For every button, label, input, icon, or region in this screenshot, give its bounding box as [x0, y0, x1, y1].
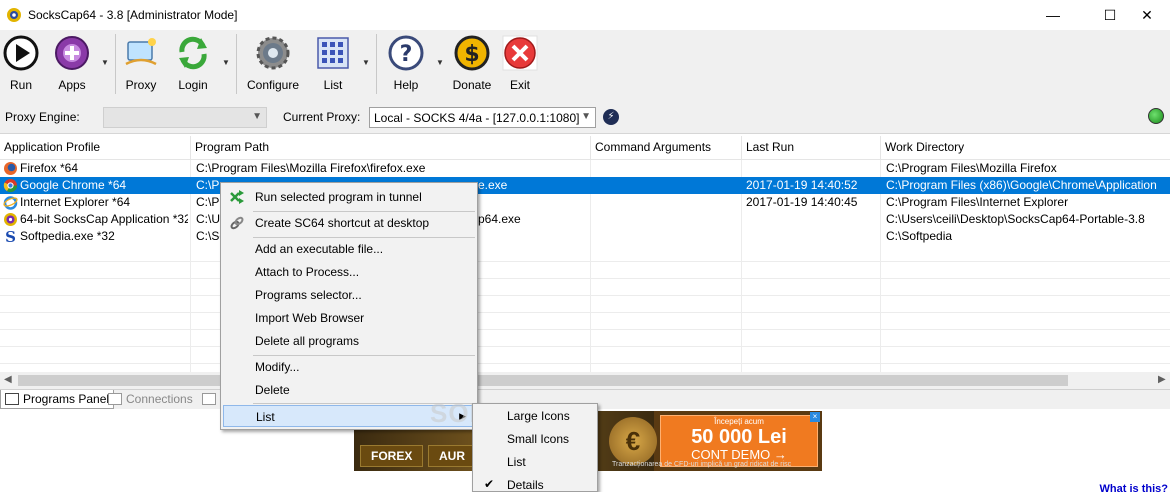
log-icon: [202, 393, 216, 405]
scroll-left-icon[interactable]: ◀: [4, 374, 12, 385]
minimize-button[interactable]: —: [1030, 0, 1076, 30]
chevron-down-icon: ▼: [252, 111, 262, 122]
proxy-button[interactable]: Proxy: [117, 34, 165, 96]
proxy-icon: [125, 38, 157, 66]
column-last-run[interactable]: Last Run: [742, 136, 881, 160]
close-button[interactable]: ✕: [1124, 0, 1170, 30]
add-app-icon: [55, 36, 89, 70]
ad-forex-button[interactable]: FOREX: [360, 445, 424, 467]
submenu-item-details[interactable]: ✔ Details: [475, 474, 595, 492]
euro-coin-icon: €: [609, 417, 657, 465]
checkmark-icon: ✔: [484, 477, 495, 491]
firefox-icon: [4, 162, 17, 175]
list-button[interactable]: List: [309, 34, 357, 96]
help-dropdown-arrow[interactable]: ▼: [436, 58, 444, 67]
sockscap-app-icon: [7, 8, 21, 22]
submenu-item-large-icons[interactable]: Large Icons: [475, 405, 595, 427]
scrollbar-thumb[interactable]: [18, 375, 1068, 386]
chevron-down-icon: ▼: [581, 111, 591, 122]
toolbar: Run Apps ▼ Proxy Login ▼ Configure List …: [0, 30, 1170, 100]
connections-icon: [108, 393, 122, 405]
login-refresh-icon: [179, 36, 207, 70]
ad-gold-button[interactable]: AUR: [428, 445, 476, 467]
window-title: SocksCap64 - 3.8 [Administrator Mode]: [28, 8, 238, 22]
menu-item-delete-all[interactable]: Delete all programs: [223, 330, 475, 352]
tab-log[interactable]: [198, 390, 222, 409]
window-icon: [5, 393, 19, 405]
column-command-arguments[interactable]: Command Arguments: [591, 136, 742, 160]
list-header: Application Profile Program Path Command…: [0, 136, 1170, 160]
toolbar-separator: [115, 34, 116, 94]
list-grid-icon: [317, 37, 349, 69]
scroll-right-icon[interactable]: ▶: [1158, 374, 1166, 385]
menu-item-run-in-tunnel[interactable]: Run selected program in tunnel: [223, 186, 475, 208]
submenu-item-small-icons[interactable]: Small Icons: [475, 428, 595, 450]
list-dropdown-arrow[interactable]: ▼: [362, 58, 370, 67]
help-icon: ?: [388, 35, 424, 71]
ad-close-icon[interactable]: ×: [810, 412, 820, 422]
ad-cta[interactable]: Începeți acum 50 000 Lei CONT DEMO →: [660, 415, 818, 467]
connection-status-icon: [1148, 108, 1164, 124]
horizontal-scrollbar[interactable]: ◀ ▶: [0, 372, 1170, 389]
run-button[interactable]: Run: [0, 34, 45, 96]
table-row-selected[interactable]: Google Chrome *64 C:\Pr e.exe 2017-01-19…: [0, 177, 1170, 194]
svg-text:$: $: [464, 42, 479, 67]
play-icon: [3, 35, 39, 71]
toolbar-separator: [236, 34, 237, 94]
table-row[interactable]: Firefox *64 C:\Program Files\Mozilla Fir…: [0, 160, 1170, 177]
tab-connections[interactable]: Connections: [104, 390, 197, 409]
svg-text:?: ?: [400, 42, 413, 67]
sockscap-icon: [4, 213, 17, 226]
table-row[interactable]: 64-bit SocksCap Application *32 C:\Us p6…: [0, 211, 1170, 228]
shuffle-arrows-icon: [230, 190, 244, 204]
column-application-profile[interactable]: Application Profile: [0, 136, 191, 160]
chrome-icon: [3, 179, 18, 193]
exit-button[interactable]: Exit: [496, 34, 544, 96]
context-menu: Run selected program in tunnel Create SC…: [220, 182, 478, 430]
donate-button[interactable]: $ Donate: [448, 34, 496, 96]
test-proxy-bolt-icon[interactable]: ⚡: [603, 109, 619, 125]
table-row[interactable]: S Softpedia.exe *32 C:\So C:\Softpedia: [0, 228, 1170, 245]
submenu-item-list[interactable]: List: [475, 451, 595, 473]
title-bar: SocksCap64 - 3.8 [Administrator Mode] — …: [0, 0, 1170, 30]
menu-item-add-executable[interactable]: Add an executable file...: [223, 238, 475, 260]
svg-text:S: S: [5, 229, 16, 244]
current-proxy-select[interactable]: Local - SOCKS 4/4a - [127.0.0.1:1080] ▼: [369, 107, 596, 128]
menu-item-programs-selector[interactable]: Programs selector...: [223, 284, 475, 306]
softpedia-icon: S: [5, 229, 16, 244]
ie-icon: [3, 196, 18, 210]
table-row[interactable]: Internet Explorer *64 C:\Pr 2017-01-19 1…: [0, 194, 1170, 211]
program-list: Application Profile Program Path Command…: [0, 136, 1170, 372]
menu-item-create-shortcut[interactable]: Create SC64 shortcut at desktop: [223, 212, 475, 234]
exit-icon: [502, 35, 538, 71]
tab-programs-panel[interactable]: Programs Panel: [0, 390, 115, 409]
proxy-bar: Proxy Engine: ▼ Current Proxy: Local - S…: [0, 100, 1170, 134]
menu-item-modify[interactable]: Modify...: [223, 356, 475, 378]
apps-button[interactable]: Apps: [48, 34, 96, 96]
configure-button[interactable]: Configure: [247, 34, 299, 96]
menu-item-attach-to-process[interactable]: Attach to Process...: [223, 261, 475, 283]
toolbar-separator: [376, 34, 377, 94]
help-button[interactable]: ? Help: [382, 34, 430, 96]
dollar-icon: $: [454, 35, 490, 71]
login-button[interactable]: Login: [169, 34, 217, 96]
what-is-this-link[interactable]: What is this?: [1100, 483, 1168, 492]
login-dropdown-arrow[interactable]: ▼: [222, 58, 230, 67]
list-submenu: Large Icons Small Icons List ✔ Details: [472, 403, 598, 492]
proxy-engine-label: Proxy Engine:: [5, 110, 80, 124]
gear-icon: [256, 36, 290, 70]
link-chain-icon: [230, 216, 244, 230]
current-proxy-label: Current Proxy:: [283, 110, 361, 124]
column-program-path[interactable]: Program Path: [191, 136, 591, 160]
proxy-engine-select[interactable]: ▼: [103, 107, 267, 128]
apps-dropdown-arrow[interactable]: ▼: [101, 58, 109, 67]
column-work-directory[interactable]: Work Directory: [881, 136, 1170, 160]
menu-item-import-web-browser[interactable]: Import Web Browser: [223, 307, 475, 329]
